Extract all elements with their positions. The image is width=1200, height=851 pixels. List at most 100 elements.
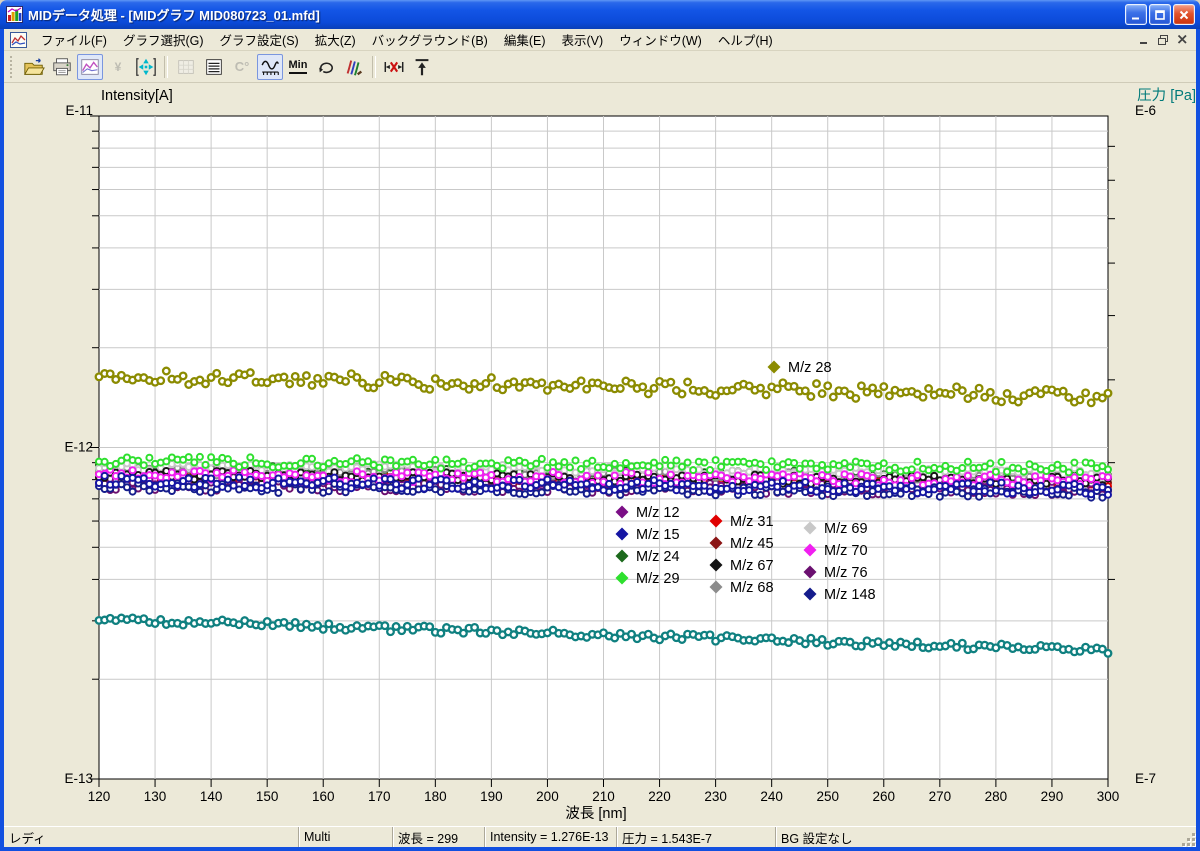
svg-text:160: 160 xyxy=(312,789,335,804)
marker-cursor-glyph: ¥ xyxy=(115,61,122,73)
toolbar: ¥ C° Min xyxy=(4,51,1196,83)
svg-text:210: 210 xyxy=(592,789,615,804)
temp-display-button: C° xyxy=(229,54,255,80)
maximize-button[interactable] xyxy=(1149,4,1171,25)
svg-text:220: 220 xyxy=(648,789,671,804)
svg-text:120: 120 xyxy=(88,789,111,804)
menu-z[interactable]: 拡大(Z) xyxy=(307,32,364,50)
window-title: MIDデータ処理 - [MIDグラフ MID080723_01.mfd] xyxy=(28,5,1125,24)
svg-text:190: 190 xyxy=(480,789,503,804)
clearx-icon xyxy=(383,56,405,78)
toolbar-separator xyxy=(164,56,168,78)
marker-cursor-button: ¥ xyxy=(105,54,131,80)
redraw-icon xyxy=(315,56,337,78)
menu-items: ファイル(F)グラフ選択(G)グラフ設定(S)拡大(Z)バックグラウンド(B)編… xyxy=(33,30,781,49)
menu-bar: ファイル(F)グラフ選択(G)グラフ設定(S)拡大(Z)バックグラウンド(B)編… xyxy=(4,29,1196,51)
mid-graph[interactable]: Intensity[A] 圧力 [Pa] E-11 E-12 E-13 E-6 E-7 120… xyxy=(4,83,1200,831)
x-axis-title: 波長 [nm] xyxy=(565,805,626,822)
wave-display-button[interactable] xyxy=(257,54,283,80)
series-label-text: M/z 28 xyxy=(788,360,832,376)
x-tick-labels: 120 130 140 150 160 170 180 190 200 210 220 230 240 2… xyxy=(88,789,1120,804)
print-button[interactable] xyxy=(49,54,75,80)
left-tick-e11: E-11 xyxy=(65,103,93,118)
clear-region-button[interactable] xyxy=(381,54,407,80)
legend-label: M/z 76 xyxy=(824,565,868,581)
left-tick-e13: E-13 xyxy=(64,771,93,786)
legend-label: M/z 15 xyxy=(636,527,680,543)
hlines-icon xyxy=(203,56,225,78)
svg-text:270: 270 xyxy=(929,789,952,804)
right-axis-title: 圧力 [Pa] xyxy=(1137,87,1196,104)
temp-display-glyph: C° xyxy=(235,60,250,73)
right-tick-e6: E-6 xyxy=(1135,103,1156,118)
left-axis-title: Intensity[A] xyxy=(101,88,173,104)
menu-s[interactable]: グラフ設定(S) xyxy=(212,32,307,50)
export-up-button[interactable] xyxy=(409,54,435,80)
open-icon xyxy=(23,56,45,78)
legend-label: M/z 67 xyxy=(730,558,774,574)
open-file-button[interactable] xyxy=(21,54,47,80)
graph-display-button[interactable] xyxy=(77,54,103,80)
legend-label: M/z 12 xyxy=(636,505,680,521)
app-window: MIDデータ処理 - [MIDグラフ MID080723_01.mfd] ファイ… xyxy=(0,0,1200,851)
svg-text:130: 130 xyxy=(144,789,167,804)
svg-text:280: 280 xyxy=(985,789,1008,804)
svg-text:150: 150 xyxy=(256,789,279,804)
print-icon xyxy=(51,56,73,78)
svg-text:200: 200 xyxy=(536,789,559,804)
legend-label: M/z 148 xyxy=(824,587,876,603)
background-button[interactable] xyxy=(341,54,367,80)
up-icon xyxy=(411,56,433,78)
toolbar-separator xyxy=(372,56,376,78)
menu-e[interactable]: 編集(E) xyxy=(496,32,554,50)
svg-text:250: 250 xyxy=(816,789,839,804)
menu-h[interactable]: ヘルプ(H) xyxy=(710,32,781,50)
svg-text:180: 180 xyxy=(424,789,447,804)
minimize-button[interactable] xyxy=(1125,4,1147,25)
legend-label: M/z 31 xyxy=(730,514,774,530)
client-area: ファイル(F)グラフ選択(G)グラフ設定(S)拡大(Z)バックグラウンド(B)編… xyxy=(0,29,1200,847)
redraw-button[interactable] xyxy=(313,54,339,80)
mdi-restore-button[interactable] xyxy=(1155,33,1171,47)
legend-label: M/z 24 xyxy=(636,549,680,565)
svg-text:230: 230 xyxy=(704,789,727,804)
toolbar-grip[interactable] xyxy=(10,56,16,78)
mdi-minimize-button[interactable] xyxy=(1136,33,1152,47)
legend-label: M/z 45 xyxy=(730,536,774,552)
menu-w[interactable]: ウィンドウ(W) xyxy=(611,32,710,50)
legend-label: M/z 68 xyxy=(730,580,774,596)
wave-icon xyxy=(259,56,281,78)
legend-label: M/z 69 xyxy=(824,521,868,537)
min-scale-glyph: Min xyxy=(289,60,308,74)
data-list-button[interactable] xyxy=(201,54,227,80)
menu-b[interactable]: バックグラウンド(B) xyxy=(364,32,496,50)
svg-text:240: 240 xyxy=(760,789,783,804)
fit-icon xyxy=(135,56,157,78)
menu-v[interactable]: 表示(V) xyxy=(554,32,612,50)
legend-label: M/z 29 xyxy=(636,571,680,587)
fit-view-button[interactable] xyxy=(133,54,159,80)
close-button[interactable] xyxy=(1173,4,1195,25)
svg-text:300: 300 xyxy=(1097,789,1120,804)
right-tick-e7: E-7 xyxy=(1135,771,1156,786)
resize-grip[interactable] xyxy=(1181,832,1196,847)
menu-g[interactable]: グラフ選択(G) xyxy=(115,32,212,50)
mdi-close-button[interactable] xyxy=(1174,33,1190,47)
menu-f[interactable]: ファイル(F) xyxy=(33,32,115,50)
svg-text:290: 290 xyxy=(1041,789,1064,804)
mdi-window-buttons xyxy=(1136,33,1196,47)
svg-text:140: 140 xyxy=(200,789,223,804)
app-icon xyxy=(6,6,23,23)
document-icon[interactable] xyxy=(10,32,27,48)
grid-toggle-button xyxy=(173,54,199,80)
brush-icon xyxy=(343,56,365,78)
graph-icon xyxy=(79,56,101,78)
title-bar[interactable]: MIDデータ処理 - [MIDグラフ MID080723_01.mfd] xyxy=(0,0,1200,29)
chart-area: Intensity[A] 圧力 [Pa] E-11 E-12 E-13 E-6 E-7 120… xyxy=(4,83,1196,826)
min-scale-button[interactable]: Min xyxy=(285,54,311,80)
legend-label: M/z 70 xyxy=(824,543,868,559)
svg-text:260: 260 xyxy=(873,789,896,804)
svg-text:170: 170 xyxy=(368,789,391,804)
left-tick-e12: E-12 xyxy=(64,440,93,455)
gridlines xyxy=(99,116,1108,779)
